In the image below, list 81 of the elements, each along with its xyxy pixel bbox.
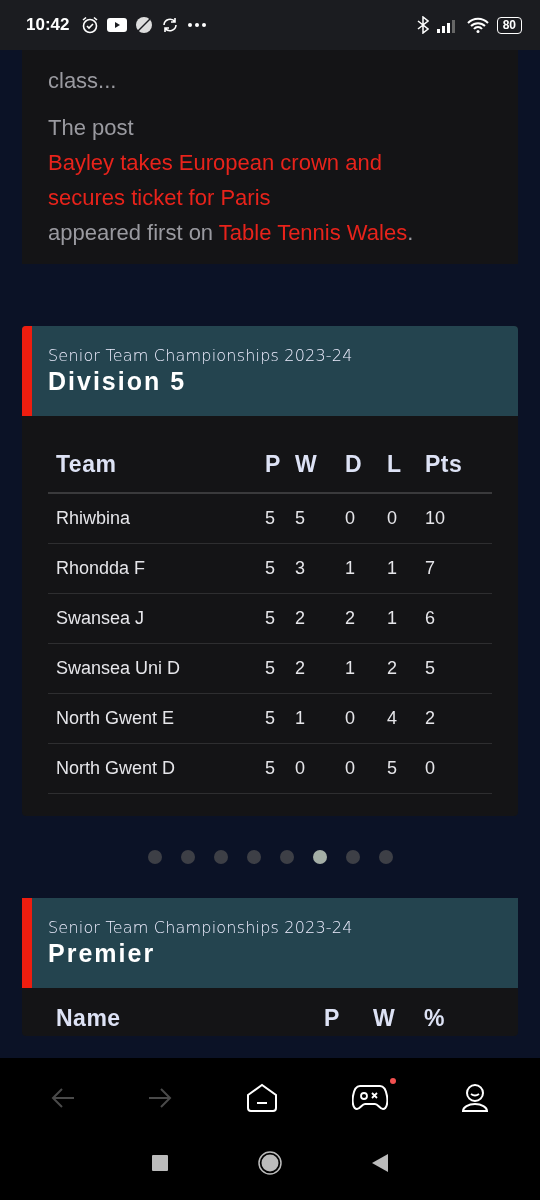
carousel-dot[interactable]	[147, 850, 162, 864]
table-cell-text: 5	[265, 508, 276, 529]
column-header: Team	[55, 450, 118, 478]
carousel-dot[interactable]	[213, 850, 228, 864]
video-icon	[107, 18, 128, 32]
table-cell-text: 4	[387, 708, 398, 729]
table-cell-text: 0	[345, 758, 356, 779]
table-cell-text: 0	[425, 758, 436, 779]
clock: 10:42	[26, 15, 70, 35]
post-link[interactable]: Bayley takes European crown and secures ticket for Paris	[48, 145, 428, 215]
table-cell-text: North Gwent D	[55, 758, 177, 779]
table-cell-text: 5	[265, 658, 276, 679]
column-header: W	[295, 450, 319, 478]
table-cell-text: 1	[387, 608, 398, 629]
table-cell-text: Swansea Uni D	[55, 658, 182, 679]
post-text: .	[407, 220, 414, 245]
column-header: P	[265, 450, 282, 478]
table-cell-text: 5	[265, 608, 276, 629]
wifi-icon	[466, 17, 489, 33]
table-cell-text: 5	[387, 758, 398, 779]
column-header: D	[345, 450, 364, 478]
column-header: Pts	[425, 450, 464, 478]
table-cell-text: 1	[387, 558, 398, 579]
card-title: Premier	[48, 939, 157, 968]
more-icon	[187, 22, 208, 28]
table-cell-text: Rhondda F	[55, 558, 147, 579]
carousel-dot[interactable]	[312, 850, 327, 864]
table-cell-text: 7	[425, 558, 436, 579]
bluetooth-icon	[416, 16, 429, 34]
table-cell-text: 5	[265, 758, 276, 779]
carousel-dot[interactable]	[246, 850, 261, 864]
table-cell-text: Swansea J	[55, 608, 146, 629]
card-title: Division 5	[48, 367, 188, 396]
table-cell-text: 2	[387, 658, 398, 679]
carousel-dot[interactable]	[345, 850, 360, 864]
gamepad-icon	[351, 1084, 388, 1112]
profile-icon	[461, 1083, 490, 1113]
table-cell-text: 2	[345, 608, 356, 629]
article-excerpt: class...	[48, 68, 118, 94]
table-cell-text: 0	[345, 708, 356, 729]
carousel-dot[interactable]	[180, 850, 195, 864]
table-cell-text: 1	[295, 708, 306, 729]
table-cell-text: 6	[425, 608, 436, 629]
table-cell-text: 5	[265, 558, 276, 579]
table-cell-text: 0	[295, 758, 306, 779]
back-button[interactable]	[372, 1154, 388, 1172]
column-header: P	[324, 1004, 341, 1032]
planet-icon	[135, 16, 154, 34]
table-cell-text: 1	[345, 658, 356, 679]
table-cell-text: 2	[425, 708, 436, 729]
post-text: The post	[48, 115, 134, 140]
column-header: Name	[55, 1004, 122, 1032]
site-link[interactable]: Table Tennis Wales	[218, 220, 408, 245]
table-cell-text: North Gwent E	[55, 708, 176, 729]
table-cell-text: 2	[295, 658, 306, 679]
card-subtitle: Senior Team Championships 2023-24	[48, 918, 354, 937]
table-cell-text: 3	[295, 558, 306, 579]
forward-icon	[148, 1087, 173, 1109]
home-icon	[246, 1083, 278, 1113]
table-cell-text: 5	[265, 708, 276, 729]
carousel-dot[interactable]	[279, 850, 294, 864]
card-subtitle: Senior Team Championships 2023-24	[48, 346, 354, 365]
column-header: W	[373, 1004, 397, 1032]
table-cell-text: 1	[345, 558, 356, 579]
table-cell-text: Rhiwbina	[55, 508, 132, 529]
alarm-icon	[81, 16, 100, 34]
carousel-dot[interactable]	[378, 850, 393, 864]
table-cell-text: 0	[387, 508, 398, 529]
back-icon	[50, 1087, 75, 1109]
home-button[interactable]	[258, 1151, 282, 1175]
column-header: L	[387, 450, 403, 478]
table-cell-text: 5	[425, 658, 436, 679]
sync-icon	[161, 16, 180, 34]
column-header: %	[424, 1004, 446, 1032]
table-cell-text: 10	[425, 508, 447, 529]
table-cell-text: 2	[295, 608, 306, 629]
profile-button[interactable]	[461, 1083, 490, 1113]
table-cell-text: 5	[295, 508, 306, 529]
battery-level: 80	[496, 16, 522, 34]
post-text: appeared first on	[48, 220, 215, 245]
table-cell-text: 0	[345, 508, 356, 529]
